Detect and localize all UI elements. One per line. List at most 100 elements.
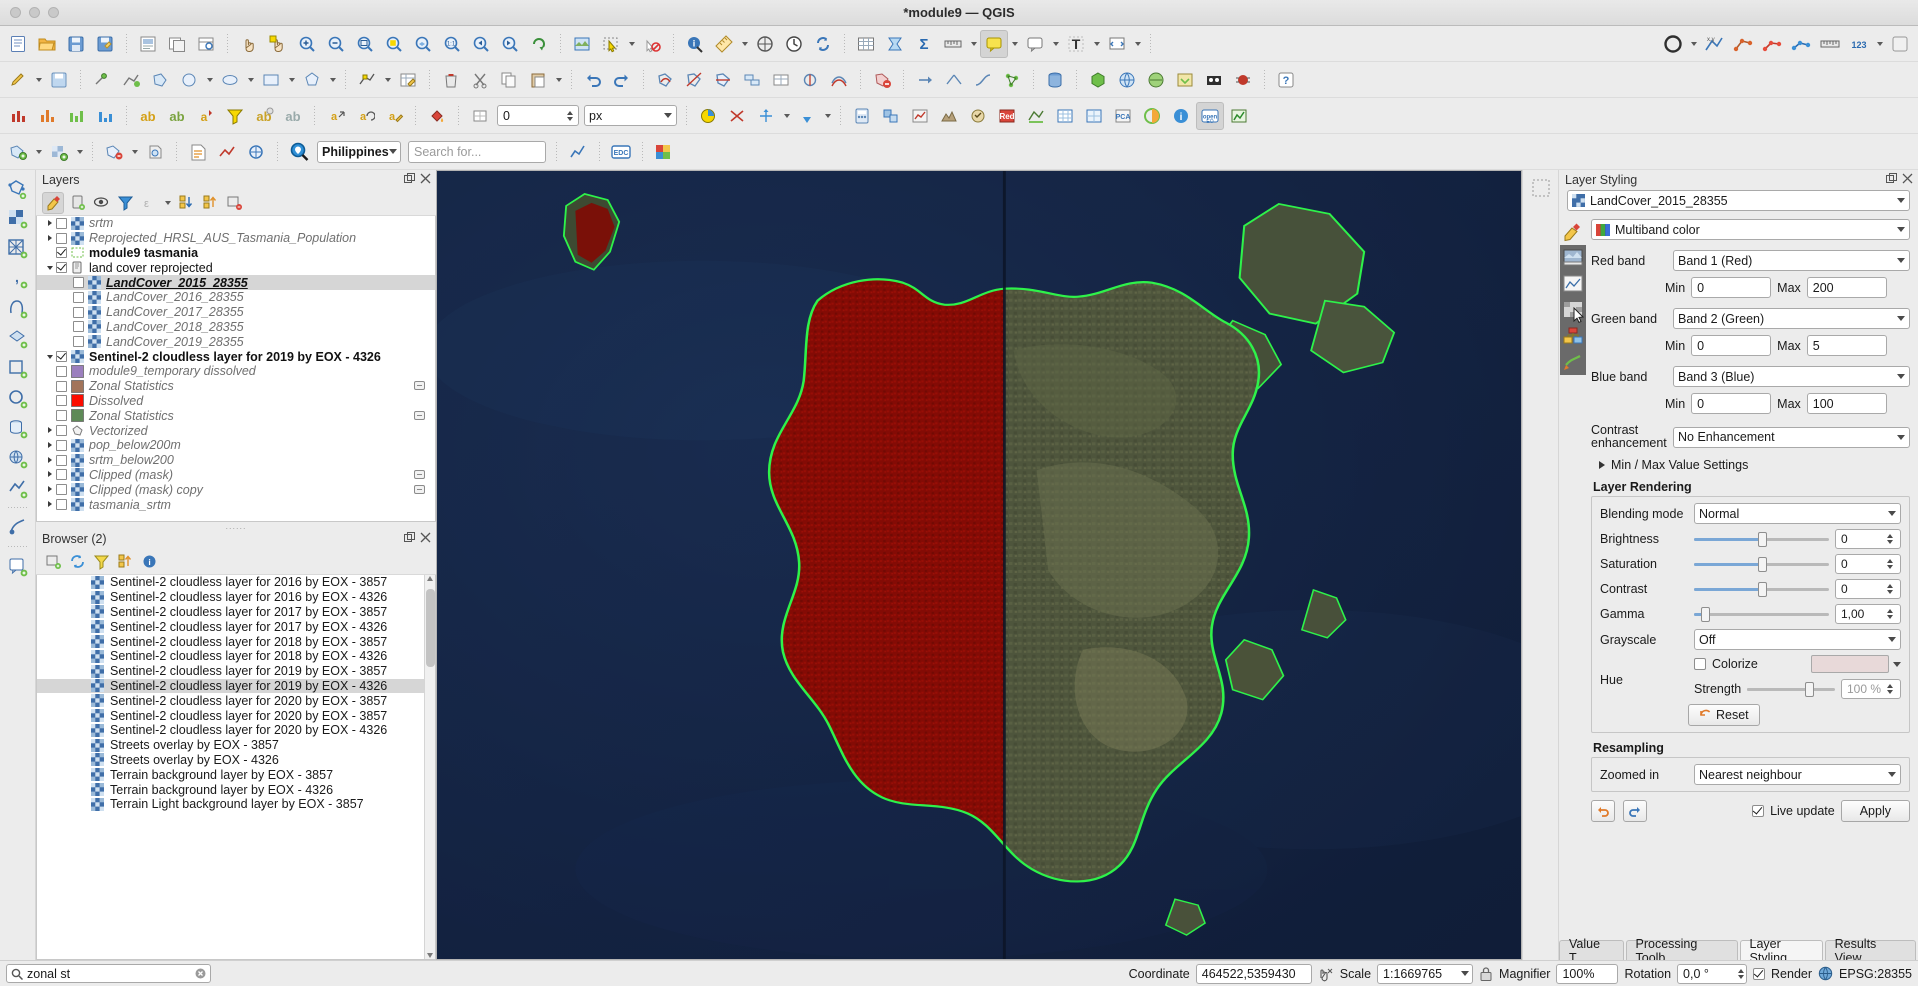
layer-row[interactable]: LandCover_2017_28355 bbox=[37, 305, 435, 320]
select-features-icon[interactable] bbox=[597, 30, 625, 58]
reset-button[interactable]: Reset bbox=[1688, 704, 1760, 726]
save-project-icon[interactable] bbox=[62, 30, 90, 58]
blue-min-field[interactable]: 0 bbox=[1691, 393, 1772, 414]
panel-tab[interactable]: Layer Styling bbox=[1739, 937, 1823, 965]
chevron-right-icon[interactable] bbox=[44, 500, 56, 509]
layer-selector-combo[interactable]: LandCover_2015_28355 bbox=[1567, 190, 1910, 211]
layer-indicator-icon[interactable] bbox=[414, 409, 435, 423]
layer-row[interactable]: module9 tasmania bbox=[37, 246, 435, 261]
show-labels-icon[interactable]: ab bbox=[134, 102, 162, 130]
zoom-selection-icon[interactable] bbox=[380, 30, 408, 58]
close-panel-icon[interactable] bbox=[420, 173, 431, 184]
edc-browser-icon[interactable]: EDC bbox=[607, 138, 635, 166]
annotations-icon[interactable] bbox=[1021, 30, 1049, 58]
red-layer-icon[interactable]: Red bbox=[993, 102, 1021, 130]
highlight-labels-icon[interactable]: ab bbox=[163, 102, 191, 130]
layout-atlas-icon[interactable] bbox=[192, 30, 220, 58]
layer-visibility-checkbox[interactable] bbox=[56, 365, 67, 377]
pan-map-icon[interactable] bbox=[235, 30, 263, 58]
apply-button[interactable]: Apply bbox=[1840, 800, 1910, 822]
colorize-checkbox[interactable] bbox=[1694, 658, 1706, 670]
pca-icon[interactable]: PCA bbox=[1109, 102, 1137, 130]
layer-row[interactable]: Reprojected_HRSL_AUS_Tasmania_Population bbox=[37, 231, 435, 246]
layer-row[interactable]: LandCover_2016_28355 bbox=[37, 290, 435, 305]
add-wcs-layer-side-icon[interactable] bbox=[4, 474, 32, 502]
layer-row[interactable]: land cover reprojected bbox=[37, 260, 435, 275]
browser-item[interactable]: Sentinel-2 cloudless layer for 2017 by E… bbox=[37, 605, 435, 620]
filter-legend-expression-icon[interactable]: ε bbox=[138, 192, 160, 214]
graph-red-icon[interactable] bbox=[1758, 30, 1786, 58]
colorize-color-swatch[interactable] bbox=[1811, 655, 1889, 673]
mask-icon[interactable] bbox=[1200, 66, 1228, 94]
zoom-layer-icon[interactable] bbox=[409, 30, 437, 58]
pan-to-selection-icon[interactable] bbox=[264, 30, 292, 58]
layer-visibility-checkbox[interactable] bbox=[73, 321, 84, 333]
digitize-with-curve-icon[interactable] bbox=[969, 66, 997, 94]
layer-visibility-checkbox[interactable] bbox=[73, 306, 84, 318]
raster-calculator-icon[interactable] bbox=[848, 102, 876, 130]
remove-layer-icon[interactable] bbox=[223, 192, 245, 214]
chevron-right-icon[interactable] bbox=[44, 219, 56, 228]
map-tips-icon[interactable] bbox=[751, 30, 779, 58]
new-virtual-layer-side-icon[interactable] bbox=[4, 513, 32, 541]
browser-properties-icon[interactable]: i bbox=[138, 551, 160, 573]
modify-attributes-icon[interactable] bbox=[394, 66, 422, 94]
plot-icon[interactable] bbox=[1225, 102, 1253, 130]
blending-mode-combo[interactable]: Normal bbox=[1694, 503, 1901, 524]
topological-editing-icon[interactable] bbox=[998, 66, 1026, 94]
new-shapefile-layer-icon[interactable] bbox=[100, 138, 128, 166]
layer-row[interactable]: Vectorized bbox=[37, 423, 435, 438]
graph-blue-icon[interactable] bbox=[1787, 30, 1815, 58]
gamma-slider[interactable] bbox=[1694, 605, 1829, 623]
chevron-right-icon[interactable] bbox=[44, 234, 56, 243]
save-project-as-icon[interactable] bbox=[91, 30, 119, 58]
info-icon[interactable]: i bbox=[1167, 102, 1195, 130]
collapse-all-browser-icon[interactable] bbox=[114, 551, 136, 573]
measure-line-dropdown-icon[interactable] bbox=[968, 30, 979, 58]
html-annotation-dropdown-icon[interactable] bbox=[1132, 30, 1143, 58]
collapse-all-icon[interactable] bbox=[199, 192, 221, 214]
chevron-down-icon[interactable] bbox=[44, 263, 56, 272]
reverse-line-icon[interactable] bbox=[911, 66, 939, 94]
new-3d-map-view-icon[interactable] bbox=[568, 30, 596, 58]
zoom-full-icon[interactable] bbox=[351, 30, 379, 58]
rotation-field[interactable]: 0,0 ° bbox=[1677, 963, 1748, 984]
add-line-feature-icon[interactable] bbox=[117, 66, 145, 94]
add-ellipse-icon[interactable] bbox=[216, 66, 244, 94]
paste-dropdown-icon[interactable] bbox=[553, 66, 564, 94]
add-selected-layers-icon[interactable] bbox=[42, 551, 64, 573]
add-vector-layer-side-icon[interactable] bbox=[4, 174, 32, 202]
map-canvas-container[interactable] bbox=[436, 170, 1522, 960]
measure-line-icon[interactable] bbox=[939, 30, 967, 58]
layer-visibility-checkbox[interactable] bbox=[56, 425, 67, 437]
vertex-tool-dropdown-icon[interactable] bbox=[382, 66, 393, 94]
lock-scale-icon[interactable] bbox=[1479, 966, 1493, 982]
toggle-extents-icon[interactable] bbox=[1318, 966, 1334, 982]
reshape-features-icon[interactable] bbox=[651, 66, 679, 94]
split-parts-icon[interactable] bbox=[709, 66, 737, 94]
size-unit-combo[interactable]: px bbox=[584, 105, 677, 126]
plugin-extra-icon[interactable] bbox=[1886, 30, 1914, 58]
layer-row[interactable]: module9_temporary dissolved bbox=[37, 364, 435, 379]
browser-item[interactable]: Sentinel-2 cloudless layer for 2020 by E… bbox=[37, 693, 435, 708]
contrast-value[interactable]: 0 bbox=[1835, 579, 1901, 599]
browser-item[interactable]: Sentinel-2 cloudless layer for 2016 by E… bbox=[37, 575, 435, 590]
show-unplaced-labels-icon[interactable] bbox=[723, 102, 751, 130]
red-min-field[interactable]: 0 bbox=[1691, 277, 1772, 298]
layer-row[interactable]: LandCover_2019_28355 bbox=[37, 334, 435, 349]
add-group-icon[interactable] bbox=[66, 192, 88, 214]
temporal-dropdown-icon[interactable] bbox=[1688, 30, 1699, 58]
layer-visibility-checkbox[interactable] bbox=[56, 410, 67, 422]
layout-manager-icon[interactable] bbox=[163, 30, 191, 58]
metasearch-icon[interactable] bbox=[1113, 66, 1141, 94]
dock-splitter[interactable] bbox=[36, 522, 436, 529]
blue-band-combo[interactable]: Band 3 (Blue) bbox=[1673, 366, 1910, 387]
field-numbers-icon[interactable]: 123 bbox=[1845, 30, 1873, 58]
browser-scrollbar[interactable] bbox=[424, 575, 435, 959]
strength-value[interactable]: 100 % bbox=[1841, 679, 1901, 699]
zoom-last-icon[interactable] bbox=[467, 30, 495, 58]
annotations-dropdown-icon[interactable] bbox=[1050, 30, 1061, 58]
toggle-editing-dropdown-icon[interactable] bbox=[33, 66, 44, 94]
colorize-dropdown-icon[interactable] bbox=[1893, 661, 1901, 667]
add-regular-polygon-icon[interactable] bbox=[298, 66, 326, 94]
